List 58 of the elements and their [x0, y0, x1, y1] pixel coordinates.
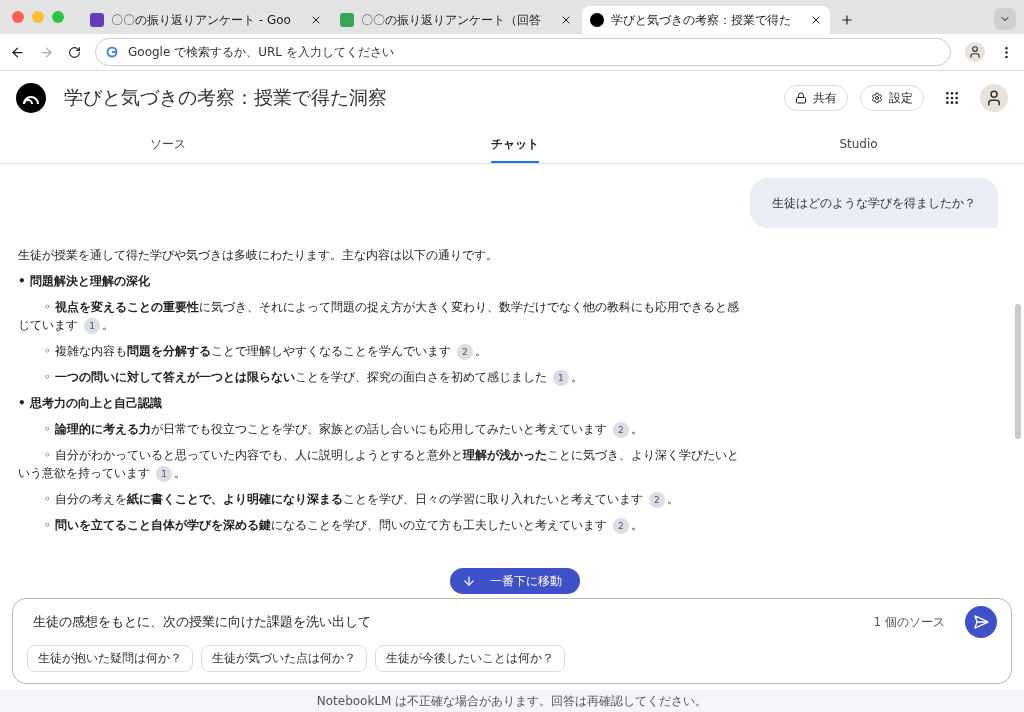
- tab-favicon-icon: [90, 13, 104, 27]
- citation-badge[interactable]: 1: [156, 466, 172, 482]
- citation-badge[interactable]: 2: [612, 422, 629, 438]
- share-button[interactable]: 共有: [784, 85, 848, 111]
- settings-icon: [871, 92, 883, 104]
- answer-item: ◦ 自分の考えを紙に書くことで、より明確になり深まることを学び、日々の学習に取り入れたいと考えています 2 。: [43, 491, 680, 508]
- panel-tab[interactable]: ソース: [150, 125, 186, 163]
- section-heading: • 思考力の向上と自己認識: [18, 395, 163, 412]
- back-icon[interactable]: [10, 44, 25, 60]
- answer-item: ◦ 問いを立てること自体が学びを深める鍵になることを学び、問いの立て方も工夫したいと考えています 2 。: [43, 517, 644, 534]
- answer-item: ◦ 論理的に考える力が日常でも役立つことを学び、家族との話し合いにも応用してみたいと考えています 2 。: [43, 421, 644, 438]
- profile-avatar[interactable]: [965, 42, 985, 62]
- suggestion-chip[interactable]: 生徒が気づいた点は何か？: [201, 645, 367, 672]
- answer-item: ◦ 一つの問いに対して答えが一つとは限らないことを学び、探究の面白さを初めて感じました 1 。: [43, 369, 584, 386]
- citation-badge[interactable]: 2: [612, 518, 629, 534]
- close-icon[interactable]: [310, 14, 322, 26]
- tab-favicon-icon: [340, 13, 354, 27]
- reload-icon[interactable]: [68, 45, 81, 59]
- tab-favicon-icon: [590, 13, 604, 27]
- disclaimer-text: NotebookLM は不正確な場合があります。回答は再確認してください。: [0, 690, 1024, 712]
- new-tab-icon[interactable]: [840, 13, 854, 27]
- send-icon: [973, 614, 989, 630]
- scrollbar[interactable]: [1015, 304, 1021, 439]
- citation-badge[interactable]: 1: [552, 370, 569, 386]
- settings-button[interactable]: 設定: [860, 85, 924, 111]
- source-count: 1 個のソース: [873, 613, 945, 631]
- suggestion-chip[interactable]: 生徒が抱いた疑問は何か？: [27, 645, 193, 672]
- browser-tab[interactable]: 学びと気づきの考察：授業で得た: [582, 6, 830, 34]
- answer-paragraph: 生徒が授業を通して得た学びや気づきは多岐にわたります。主な内容は以下の通りです。: [18, 247, 499, 264]
- answer-item: ◦ 視点を変えることの重要性に気づき、それによって問題の捉え方が大きく変わり、数学だけでなく他の教科にも応用できると感じています 1 。: [18, 299, 740, 334]
- person-icon: [985, 89, 1003, 107]
- answer-item: ◦ 自分がわかっていると思っていた内容でも、人に説明しようとすると意外と理解が浅かったことに気づき、より深く学びたいという意欲を持っています 1 。: [18, 447, 740, 482]
- panel-tab[interactable]: チャット: [490, 125, 539, 163]
- answer-item: ◦ 複雑な内容も問題を分解することで理解しやすくなることを学んでいます 2 。: [43, 343, 488, 360]
- section-heading: • 問題解決と理解の深化: [18, 273, 151, 290]
- citation-badge[interactable]: 1: [84, 318, 100, 334]
- send-button[interactable]: [965, 606, 997, 638]
- browser-tab[interactable]: 〇〇の振り返りアンケート - Goo: [82, 6, 330, 34]
- close-icon[interactable]: [810, 14, 822, 26]
- close-icon[interactable]: [560, 14, 572, 26]
- user-message: 生徒はどのような学びを得ましたか？: [750, 178, 998, 228]
- app-logo-icon: [16, 83, 46, 113]
- citation-badge[interactable]: 2: [456, 344, 473, 360]
- apps-icon[interactable]: [944, 90, 960, 106]
- jump-to-bottom-button[interactable]: 一番下に移動: [450, 568, 580, 594]
- notebook-title: 学びと気づきの考察：授業で得た洞察: [64, 85, 388, 110]
- person-icon: [968, 45, 982, 59]
- lock-icon: [795, 92, 807, 104]
- arrow-down-icon: [462, 574, 476, 588]
- profile-avatar[interactable]: [980, 84, 1008, 112]
- search-engine-icon: [106, 46, 118, 58]
- suggestion-chip[interactable]: 生徒が今後したいことは何か？: [375, 645, 565, 672]
- citation-badge[interactable]: 2: [648, 492, 665, 508]
- chat-input[interactable]: 生徒の感想をもとに、次の授業に向けた課題を洗い出して: [27, 613, 864, 631]
- address-placeholder: Google で検索するか、URL を入力してください: [128, 43, 394, 61]
- browser-tab[interactable]: 〇〇の振り返りアンケート（回答: [332, 6, 580, 34]
- tab-menu-button[interactable]: [994, 8, 1016, 30]
- panel-tab[interactable]: Studio: [839, 125, 878, 163]
